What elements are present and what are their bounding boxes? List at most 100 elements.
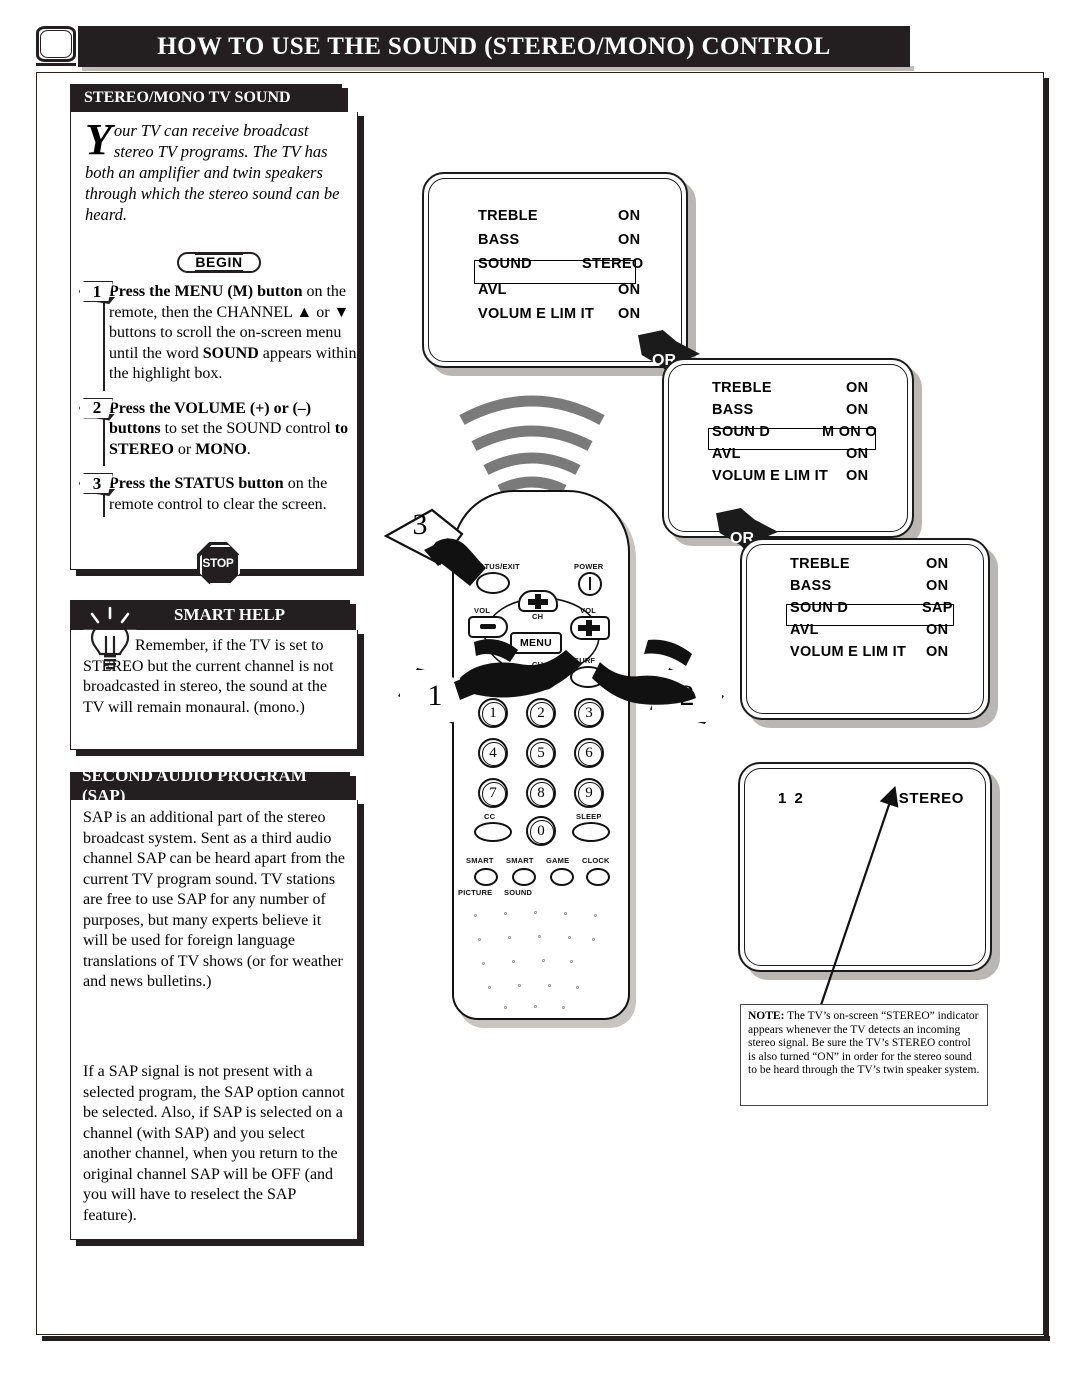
step-item: 1 Press the MENU (M) button on the remot… — [79, 281, 357, 391]
menu-row-value: ON — [926, 622, 949, 638]
menu-row-label: VOLUM E LIM IT — [712, 468, 829, 484]
callout-2-hand — [592, 639, 696, 705]
steps-list: 1 Press the MENU (M) button on the remot… — [79, 281, 357, 523]
keypad-button-9[interactable]: 9 — [574, 778, 604, 808]
step-item: 3 Press the STATUS button on the remote … — [79, 473, 357, 517]
step-number-badge: 1 — [79, 281, 125, 304]
keypad-button-4[interactable]: 4 — [478, 738, 508, 768]
panel-body-shadow — [76, 750, 364, 756]
tv-screen-sap: TREBLE ON BASS ON SOUN D SAP AVL ON VOLU… — [740, 538, 998, 728]
smart-sound-top-label: SMART — [506, 856, 534, 865]
menu-row-label: AVL — [790, 622, 819, 638]
keypad-button-0[interactable]: 0 — [526, 816, 556, 846]
power-glyph — [589, 577, 591, 590]
signal-waves-icon — [459, 395, 605, 495]
menu-row-value: ON — [618, 282, 641, 298]
sap-paragraph-1: SAP is an additional part of the stereo … — [83, 809, 345, 990]
osd-menu-sap: TREBLE ON BASS ON SOUN D SAP AVL ON VOLU… — [740, 538, 990, 720]
smart-picture-top-label: SMART — [466, 856, 494, 865]
menu-row-value: ON — [618, 306, 641, 322]
tv-icon — [36, 26, 76, 66]
callout-number: 3 — [412, 508, 428, 541]
step-number: 1 — [92, 281, 102, 301]
clock-button[interactable] — [586, 868, 610, 886]
menu-row-value: STEREO — [582, 256, 644, 272]
sap-panel: SECOND AUDIO PROGRAM (SAP) SAP is an add… — [64, 766, 364, 1250]
menu-row-label: TREBLE — [478, 208, 538, 224]
stop-sign-icon: STOP — [197, 542, 240, 585]
note-label: NOTE: — [748, 1010, 785, 1022]
menu-row-label: TREBLE — [712, 380, 772, 396]
step-number: 2 — [92, 398, 102, 417]
plus-icon — [528, 594, 548, 609]
step-number: 3 — [92, 473, 102, 493]
smart-sound-button[interactable] — [512, 868, 536, 886]
menu-row-value: ON — [846, 380, 869, 396]
page-border-shadow — [42, 1336, 1050, 1341]
begin-label: BEGIN — [195, 254, 243, 271]
smart-picture-bottom-label: PICTURE — [458, 888, 493, 897]
menu-row-value: M ON O — [822, 424, 877, 440]
panel-body-shadow-right — [358, 116, 364, 570]
step-text: Press the STATUS button on the remote co… — [109, 475, 328, 513]
step-rule — [103, 412, 105, 466]
step-number-badge: 2 — [79, 397, 125, 421]
panel-body-shadow-right — [358, 634, 364, 750]
step-text: Press the VOLUME (+) or (–) buttons to s… — [109, 399, 349, 458]
osd-menu-mono: TREBLE ON BASS ON SOUN D M ON O AVL ON V… — [662, 358, 914, 538]
keypad-button-8[interactable]: 8 — [526, 778, 556, 808]
menu-row-value: ON — [618, 232, 641, 248]
step-item: 2 Press the VOLUME (+) or (–) buttons to… — [79, 397, 357, 466]
intro-paragraph: Your TV can receive broadcast stereo TV … — [85, 115, 347, 225]
menu-row-label: VOLUM E LIM IT — [790, 644, 907, 660]
menu-row-value: SAP — [922, 600, 953, 616]
page-border-shadow-right — [1044, 78, 1049, 1336]
vol-left-label: VOL — [474, 606, 491, 615]
game-label: GAME — [546, 856, 570, 865]
tv-screen-mono: TREBLE ON BASS ON SOUN D M ON O AVL ON V… — [662, 358, 922, 546]
sleep-label: SLEEP — [576, 812, 602, 821]
page-title: HOW TO USE THE SOUND (STEREO/MONO) CONTR… — [157, 32, 831, 60]
menu-row-label: TREBLE — [790, 556, 850, 572]
note-box: NOTE: The TV’s on-screen “STEREO” indica… — [740, 1004, 988, 1106]
vol-right-label: VOL — [580, 606, 597, 615]
note-pointer-arrow — [818, 785, 899, 1009]
step-number-badge: 3 — [79, 473, 125, 496]
menu-row-label: SOUN D — [790, 600, 849, 616]
step-rule — [103, 296, 105, 391]
callout-3: 3 — [378, 496, 462, 554]
lightbulb-icon — [82, 606, 138, 670]
menu-row-label: BASS — [712, 402, 754, 418]
sap-paragraph-2: If a SAP signal is not present with a se… — [83, 1063, 345, 1224]
keypad-button-5[interactable]: 5 — [526, 738, 556, 768]
panel-body-shadow — [76, 1240, 364, 1246]
keypad-button-7[interactable]: 7 — [478, 778, 508, 808]
stereo-mono-panel: STEREO/MONO TV SOUND Your TV can receive… — [64, 84, 364, 585]
clock-label: CLOCK — [582, 856, 610, 865]
menu-row-value: ON — [926, 644, 949, 660]
menu-row-value: ON — [846, 446, 869, 462]
step-text: Press the MENU (M) button on the remote,… — [109, 283, 357, 382]
power-label: POWER — [574, 562, 604, 571]
menu-row-value: ON — [926, 556, 949, 572]
smart-picture-button[interactable] — [474, 868, 498, 886]
game-button[interactable] — [550, 868, 574, 886]
sleep-button[interactable] — [572, 822, 610, 842]
smart-help-panel: SMART HELP Remember, if the TV is set to… — [64, 600, 364, 770]
menu-row-value: ON — [846, 468, 869, 484]
menu-row-label: AVL — [712, 446, 741, 462]
menu-row-label: AVL — [478, 282, 507, 298]
begin-badge: BEGIN — [177, 252, 261, 273]
panel-body-shadow-right — [358, 804, 364, 1240]
cc-button[interactable] — [474, 822, 512, 842]
menu-row-value: ON — [618, 208, 641, 224]
drop-cap: Y — [85, 115, 112, 164]
stereo-mono-body: Your TV can receive broadcast stereo TV … — [70, 112, 358, 585]
menu-row-label: VOLUM E LIM IT — [478, 306, 595, 322]
keypad-button-6[interactable]: 6 — [574, 738, 604, 768]
stop-label: STOP — [202, 556, 234, 570]
cc-label: CC — [484, 812, 496, 821]
sap-caption: SECOND AUDIO PROGRAM (SAP) — [70, 766, 350, 805]
menu-row-value: ON — [926, 578, 949, 594]
menu-row-label: SOUND — [478, 256, 532, 272]
